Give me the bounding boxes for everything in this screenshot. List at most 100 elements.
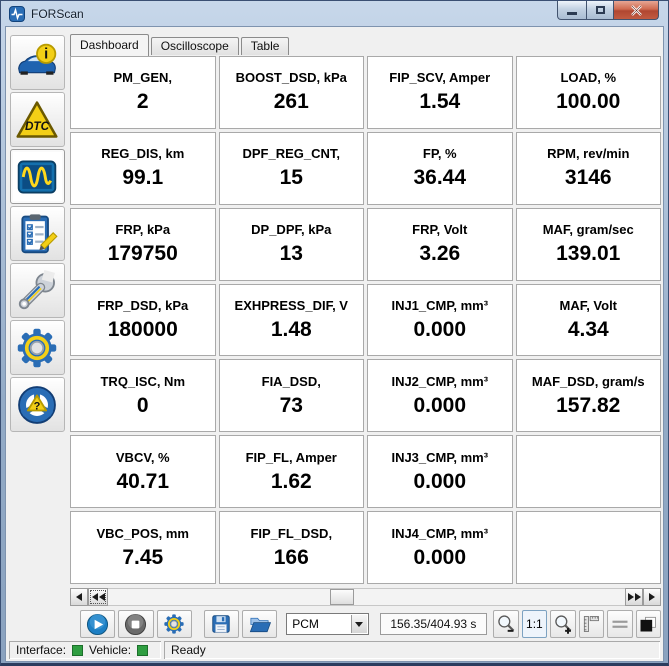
dashboard-cell[interactable]: MAF, gram/sec 139.01	[516, 208, 662, 281]
dashboard-cell[interactable]: MAF_DSD, gram/s 157.82	[516, 359, 662, 432]
marker-button[interactable]	[636, 610, 661, 638]
open-folder-icon	[248, 613, 271, 636]
scroll-right-button[interactable]	[643, 588, 661, 606]
dashboard-cell[interactable]: FIA_DSD, 73	[219, 359, 365, 432]
module-selector-value: PCM	[292, 617, 319, 631]
dropdown-arrow-icon[interactable]	[351, 615, 367, 633]
open-button[interactable]	[242, 610, 277, 638]
svg-text:i: i	[44, 46, 48, 62]
scrollbar-thumb[interactable]	[330, 589, 354, 605]
ruler-icon	[581, 614, 601, 634]
sidebar-button-vehicle-info[interactable]: i	[10, 35, 65, 90]
parameter-label: FRP, Volt	[412, 222, 467, 237]
scroll-end-button[interactable]	[625, 588, 643, 606]
dashboard-cell[interactable]: DP_DPF, kPa 13	[219, 208, 365, 281]
parameter-value: 157.82	[556, 394, 620, 418]
play-icon	[86, 613, 109, 636]
parameter-label: FIP_FL, Amper	[246, 450, 337, 465]
time-display[interactable]: 156.35/404.93 s	[380, 613, 488, 635]
close-button[interactable]	[613, 1, 659, 20]
parameter-value: 40.71	[116, 470, 169, 494]
status-message-panel: Ready	[164, 641, 660, 659]
sidebar-button-tests[interactable]	[10, 206, 65, 261]
parameter-value: 0.000	[413, 394, 466, 418]
parameter-label: TRQ_ISC, Nm	[100, 374, 185, 389]
dashboard-cell[interactable]: FRP, kPa 179750	[70, 208, 216, 281]
dashboard-cell[interactable]: INJ1_CMP, mm³ 0.000	[367, 284, 513, 357]
parameter-label: FRP_DSD, kPa	[97, 298, 188, 313]
parameter-label: VBC_POS, mm	[97, 526, 189, 541]
zoom-in-button[interactable]	[550, 610, 575, 638]
record-settings-button[interactable]	[157, 610, 192, 638]
dashboard-cell[interactable]: MAF, Volt 4.34	[516, 284, 662, 357]
measure-button[interactable]	[579, 610, 604, 638]
sidebar-button-settings[interactable]	[10, 320, 65, 375]
parameter-label: DPF_REG_CNT,	[242, 146, 340, 161]
save-button[interactable]	[204, 610, 239, 638]
tab[interactable]: Table	[241, 37, 290, 55]
dashboard-cell[interactable]	[516, 435, 662, 508]
parameter-label: EXHPRESS_DIF, V	[235, 298, 348, 313]
dashboard-cell[interactable]: FRP_DSD, kPa 180000	[70, 284, 216, 357]
dashboard-cell[interactable]: BOOST_DSD, kPa 261	[219, 56, 365, 129]
parameter-value: 139.01	[556, 242, 620, 266]
save-icon	[210, 613, 232, 635]
dashboard-cell[interactable]: FRP, Volt 3.26	[367, 208, 513, 281]
parameter-label: FIP_FL_DSD,	[250, 526, 332, 541]
module-selector[interactable]: PCM	[286, 613, 368, 635]
arrow-right-icon	[635, 593, 641, 601]
parameter-value: 166	[274, 546, 309, 570]
dashboard-cell[interactable]: LOAD, % 100.00	[516, 56, 662, 129]
grid-lines-button[interactable]	[607, 610, 632, 638]
sidebar-button-help[interactable]: ?	[10, 377, 65, 432]
tab[interactable]: Oscilloscope	[151, 37, 239, 55]
zoom-out-button[interactable]	[493, 610, 518, 638]
playback-toolbar: PCM 156.35/404.93 s 1:1	[68, 606, 663, 639]
dashboard-cell[interactable]: VBCV, % 40.71	[70, 435, 216, 508]
connection-status-panel: Interface: Vehicle:	[9, 641, 161, 659]
app-client-area: i DTC	[5, 26, 664, 662]
forscan-window: FORScan	[0, 0, 669, 666]
dashboard-cell[interactable]: INJ4_CMP, mm³ 0.000	[367, 511, 513, 584]
scrollbar-track[interactable]	[108, 588, 625, 606]
sidebar-button-service[interactable]	[10, 263, 65, 318]
sidebar: i DTC	[6, 27, 68, 639]
dashboard-cell[interactable]: FP, % 36.44	[367, 132, 513, 205]
parameter-value: 15	[280, 166, 303, 190]
titlebar[interactable]: FORScan	[1, 1, 668, 26]
dashboard-cell[interactable]: VBC_POS, mm 7.45	[70, 511, 216, 584]
parameter-label: RPM, rev/min	[547, 146, 629, 161]
stop-button[interactable]	[118, 610, 153, 638]
sidebar-button-oscilloscope[interactable]	[10, 149, 65, 204]
zoom-in-icon	[553, 614, 573, 634]
scroll-left-button[interactable]	[70, 588, 88, 606]
dashboard-cell[interactable]: FIP_FL, Amper 1.62	[219, 435, 365, 508]
maximize-button[interactable]	[586, 1, 614, 20]
parameter-value: 1.62	[271, 470, 312, 494]
parameter-value: 261	[274, 90, 309, 114]
scroll-start-button[interactable]	[88, 588, 108, 606]
dashboard-cell[interactable]: DPF_REG_CNT, 15	[219, 132, 365, 205]
parameter-label: PM_GEN,	[113, 70, 172, 85]
zoom-reset-button[interactable]: 1:1	[522, 610, 547, 638]
window-title: FORScan	[31, 7, 84, 21]
dashboard-cell[interactable]: EXHPRESS_DIF, V 1.48	[219, 284, 365, 357]
dashboard-cell[interactable]: INJ2_CMP, mm³ 0.000	[367, 359, 513, 432]
dashboard-cell[interactable]: INJ3_CMP, mm³ 0.000	[367, 435, 513, 508]
svg-text:?: ?	[34, 400, 41, 412]
arrow-left-icon	[92, 593, 98, 601]
dashboard-cell[interactable]: REG_DIS, km 99.1	[70, 132, 216, 205]
dashboard-cell[interactable]	[516, 511, 662, 584]
parameter-value: 4.34	[568, 318, 609, 342]
minimize-button[interactable]	[557, 1, 587, 20]
dashboard-cell[interactable]: PM_GEN, 2	[70, 56, 216, 129]
parameter-value: 3146	[565, 166, 612, 190]
sidebar-button-dtc[interactable]: DTC	[10, 92, 65, 147]
tab[interactable]: Dashboard	[70, 34, 149, 56]
dashboard-cell[interactable]: FIP_SCV, Amper 1.54	[367, 56, 513, 129]
dashboard-cell[interactable]: FIP_FL_DSD, 166	[219, 511, 365, 584]
parameter-value: 179750	[108, 242, 178, 266]
dashboard-cell[interactable]: TRQ_ISC, Nm 0	[70, 359, 216, 432]
play-button[interactable]	[80, 610, 115, 638]
dashboard-cell[interactable]: RPM, rev/min 3146	[516, 132, 662, 205]
